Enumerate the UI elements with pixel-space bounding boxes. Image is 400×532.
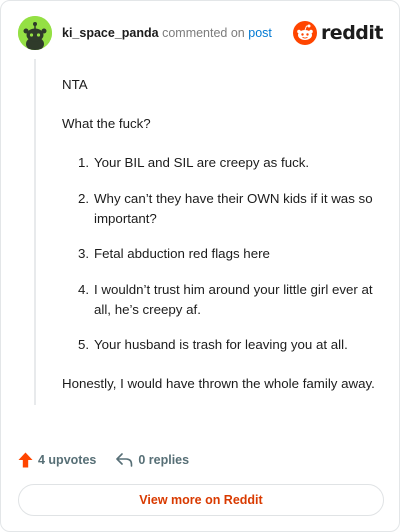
upvote-arrow-icon [18,452,33,468]
comment-embed-card: ki_space_panda commented on post reddit … [0,0,400,532]
list-item-text: Why can’t they have their OWN kids if it… [94,190,373,226]
comment-paragraph: Honestly, I would have thrown the whole … [62,376,375,391]
list-item: 3. Fetal abduction red flags here [78,244,380,264]
list-item: 5. Your husband is trash for leaving you … [78,335,380,355]
username-link[interactable]: ki_space_panda [62,26,159,40]
comment-paragraph: NTA [62,77,88,92]
list-number: 3. [78,246,90,261]
list-item-text: Fetal abduction red flags here [94,246,270,261]
comment-body: NTA What the fuck? 1. Your BIL and SIL ar… [62,75,380,413]
list-item-text: Your husband is trash for leaving you at… [94,337,348,352]
list-item-text: I wouldn’t trust him around your little … [94,281,373,317]
comment-verb: commented on [162,26,245,40]
reddit-snoo-icon [292,21,317,45]
list-number: 4. [78,281,90,297]
list-item: 2. Why can’t they have their OWN kids if … [78,189,380,229]
reddit-wordmark: reddit [320,22,384,44]
thread-line [34,59,36,405]
list-item: 1. Your BIL and SIL are creepy as fuck. [78,153,380,173]
list-number: 5. [78,337,90,352]
view-more-button[interactable]: View more on Reddit [18,484,384,516]
reply-arrow-icon [116,453,133,467]
reply-button[interactable]: 0 replies [116,453,189,467]
comment-meta: ki_space_panda commented on post [62,26,272,40]
comment-header: ki_space_panda commented on post reddit [18,16,384,52]
comment-actions: 4 upvotes 0 replies [18,450,189,470]
comment-list: 1. Your BIL and SIL are creepy as fuck. 2… [78,153,380,355]
list-number: 2. [78,190,90,206]
snoo-avatar-icon[interactable] [18,16,52,50]
upvote-count: 4 upvotes [38,453,97,467]
comment-paragraph: What the fuck? [62,116,151,131]
list-number: 1. [78,155,90,170]
post-link[interactable]: post [248,26,272,40]
list-item-text: Your BIL and SIL are creepy as fuck. [94,155,310,170]
reply-count: 0 replies [138,453,190,467]
reddit-logo[interactable]: reddit [292,20,384,46]
upvote-button[interactable]: 4 upvotes [18,452,96,468]
list-item: 4. I wouldn’t trust him around your littl… [78,280,380,320]
